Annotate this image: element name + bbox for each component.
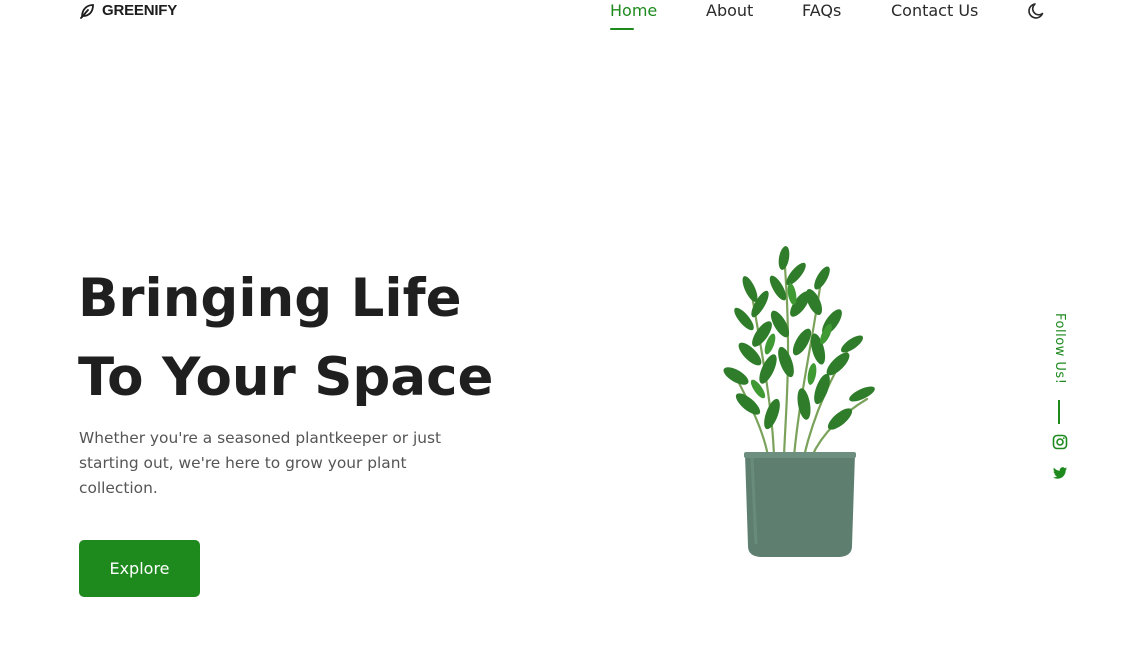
hero-description: Whether you're a seasoned plantkeeper or… xyxy=(79,429,442,497)
main-nav: Home About FAQs Contact Us xyxy=(0,0,1141,40)
follow-us-label: Follow Us! xyxy=(1052,313,1067,385)
hero-title-line-2: To Your Space xyxy=(78,347,494,408)
moon-icon[interactable] xyxy=(1027,1,1047,21)
nav-home[interactable]: Home xyxy=(610,0,657,22)
hero-title-line-1: Bringing Life xyxy=(78,268,462,329)
instagram-icon[interactable] xyxy=(1052,434,1068,450)
nav-contact-us[interactable]: Contact Us xyxy=(891,0,978,22)
explore-button[interactable]: Explore xyxy=(79,540,200,597)
nav-about[interactable]: About xyxy=(706,0,753,22)
hero-title: Bringing Life To Your Space xyxy=(78,259,493,417)
nav-faqs[interactable]: FAQs xyxy=(802,0,841,22)
social-divider xyxy=(1058,400,1060,424)
active-nav-indicator xyxy=(610,28,634,30)
potted-plant-image xyxy=(723,246,875,557)
twitter-icon[interactable] xyxy=(1052,465,1068,481)
